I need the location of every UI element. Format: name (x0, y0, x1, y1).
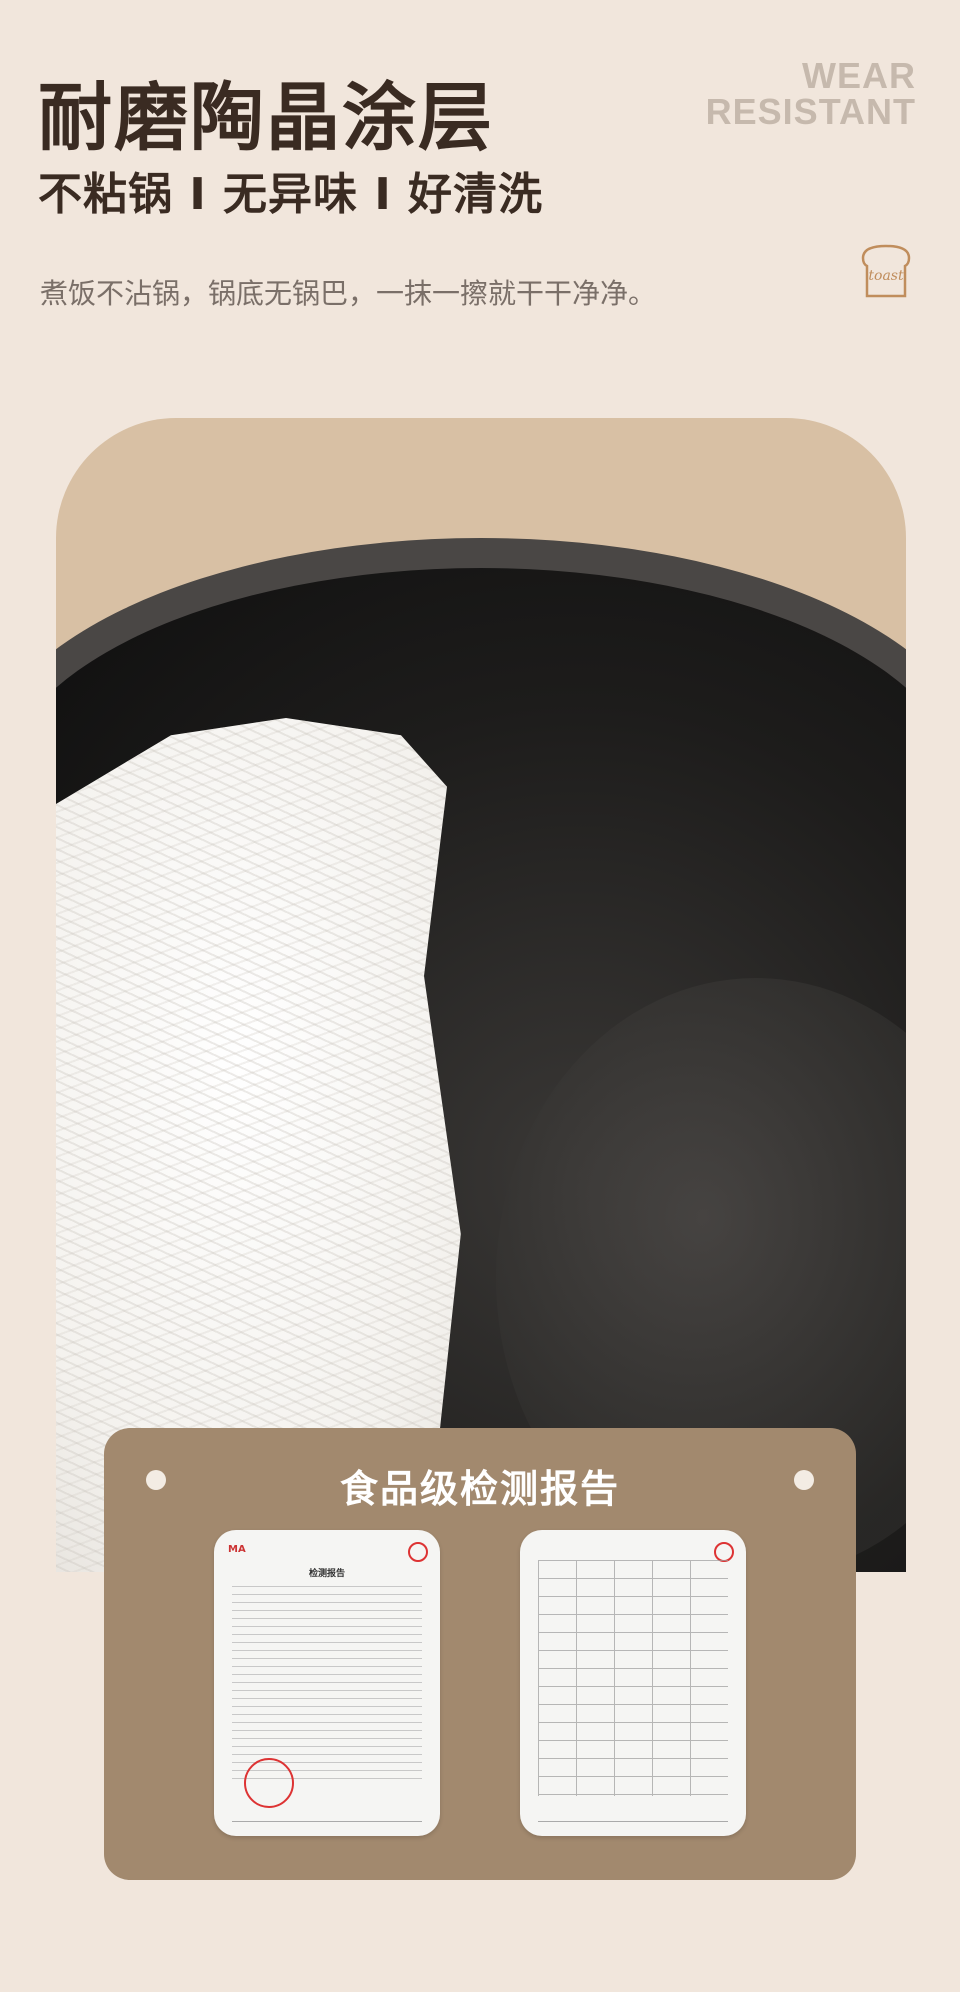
document-title: 检测报告 (308, 1569, 345, 1579)
cma-logo: MA (228, 1544, 246, 1555)
english-tag-line1: WEAR (802, 55, 916, 96)
english-tag-line2: RESISTANT (705, 91, 916, 132)
document-footer (538, 1821, 728, 1822)
test-report-document-1: MA 检测报告 (214, 1530, 440, 1836)
page-title: 耐磨陶晶涂层 (38, 75, 494, 161)
test-report-document-2 (520, 1530, 746, 1836)
english-tag: WEAR RESISTANT (706, 58, 916, 130)
report-card: 食品级检测报告 MA 检测报告 (104, 1428, 856, 1880)
document-table (538, 1560, 728, 1796)
brand-logo-icon: toast (861, 244, 911, 298)
document-footer (232, 1821, 422, 1822)
report-title: 食品级检测报告 (339, 1467, 620, 1511)
product-photo (56, 418, 906, 1572)
brand-logo-text: toast (868, 268, 904, 284)
certification-badge-icon (714, 1542, 734, 1562)
feature-subtitle: 不粘锅 I 无异味 I 好清洗 (38, 169, 544, 220)
certification-badge-icon (408, 1542, 428, 1562)
official-seal-icon (244, 1758, 294, 1808)
document-text-lines (232, 1586, 422, 1786)
feature-description: 煮饭不沾锅，锅底无锅巴，一抹一擦就干干净净。 (40, 277, 657, 310)
